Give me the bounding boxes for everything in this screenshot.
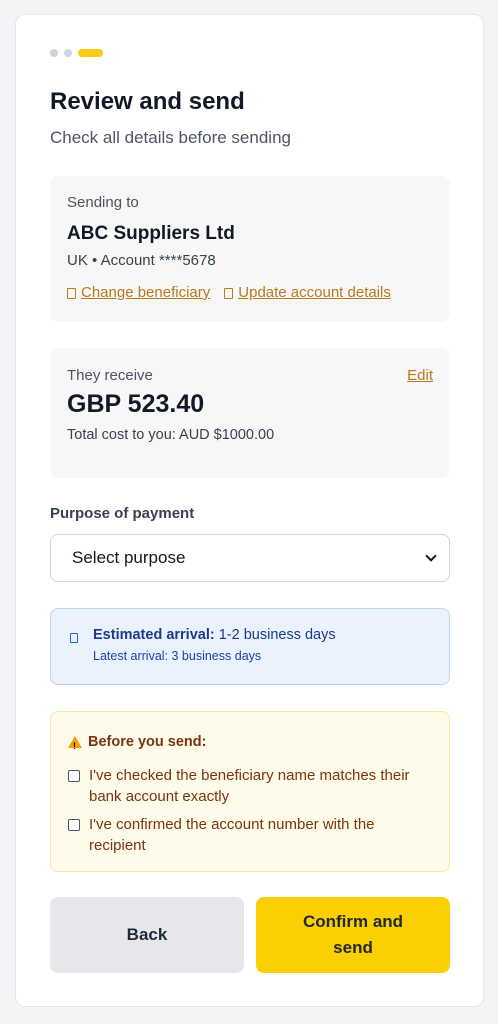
step-dot-2 (64, 49, 72, 57)
checkbox-account-confirmed[interactable] (68, 819, 80, 831)
step-progress (50, 49, 103, 57)
change-beneficiary-label: Change beneficiary (81, 284, 211, 301)
arrival-heading: Estimated arrival: (93, 627, 215, 643)
checkbox-name-match[interactable] (68, 770, 80, 782)
change-beneficiary-link[interactable]: Change beneficiary (67, 284, 210, 302)
update-account-link[interactable]: Update account details (224, 284, 391, 302)
receive-amount: GBP 523.40 (67, 390, 205, 418)
update-account-label: Update account details (238, 284, 391, 301)
update-account-icon (224, 287, 234, 299)
step-dot-1 (50, 49, 58, 57)
confirm-account-check[interactable]: I've confirmed the account number with t… (68, 814, 432, 856)
review-card: Review and send Check all details before… (15, 14, 484, 1007)
edit-amount-link[interactable]: Edit (407, 367, 433, 384)
recipient-account: UK • Account ****5678 (67, 252, 216, 269)
before-send-box: Before you send: I've checked the benefi… (50, 711, 450, 872)
change-beneficiary-icon (67, 287, 76, 299)
receive-label: They receive (67, 367, 153, 384)
check-account-label: I've confirmed the account number with t… (89, 816, 375, 854)
check-name-label: I've checked the beneficiary name matche… (89, 767, 410, 805)
warning-heading: Before you send: (88, 734, 207, 750)
recipient-name: ABC Suppliers Ltd (67, 223, 235, 244)
total-cost: Total cost to you: AUD $1000.00 (67, 427, 275, 443)
arrival-value: 1-2 business days (218, 627, 336, 643)
back-button[interactable]: Back (50, 897, 244, 973)
purpose-selected-value: Select purpose (72, 548, 186, 567)
purpose-select[interactable]: Select purpose (50, 534, 450, 582)
arrival-latest: Latest arrival: 3 business days (93, 649, 262, 663)
recipient-panel: Sending to ABC Suppliers Ltd UK • Accoun… (50, 176, 450, 322)
page-title: Review and send (50, 88, 245, 115)
receive-panel: They receive Edit GBP 523.40 Total cost … (50, 348, 450, 478)
recipient-links: Change beneficiary Update account detail… (67, 284, 433, 302)
arrival-estimate: Estimated arrival: 1-2 business days (93, 626, 432, 644)
confirm-name-check[interactable]: I've checked the beneficiary name matche… (68, 765, 432, 807)
warning-icon (68, 736, 82, 755)
purpose-label: Purpose of payment (50, 505, 195, 522)
recipient-label: Sending to (67, 194, 139, 211)
clock-icon (70, 633, 78, 643)
warning-header: Before you send: (68, 733, 432, 755)
page-subtitle: Check all details before sending (50, 128, 291, 147)
chevron-down-icon (425, 550, 437, 562)
confirm-send-button[interactable]: Confirm and send (256, 897, 450, 973)
step-dot-3-active (78, 49, 103, 57)
arrival-info-box: Estimated arrival: 1-2 business days Lat… (50, 608, 450, 685)
